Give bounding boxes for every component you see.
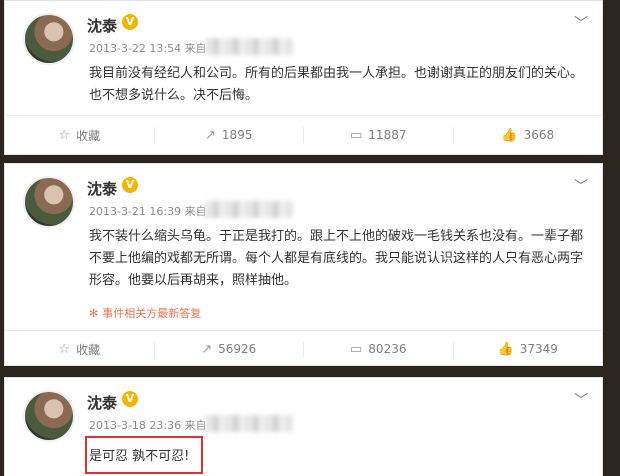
related-link[interactable]: ✻ 事件相关方最新答复 — [89, 305, 201, 321]
thumbs-up-icon: 👍 — [497, 341, 514, 357]
author-name[interactable]: 沈泰 — [87, 178, 117, 199]
weibo-post-1: 沈泰 V 2013-3-22 13:54 来自 ﹀ 我目前没有经纪人和公司。所有… — [4, 0, 603, 155]
author-name[interactable]: 沈泰 — [87, 392, 117, 413]
blurred-source — [205, 38, 293, 55]
avatar[interactable] — [23, 176, 75, 228]
action-bar: ☆ 收藏 ↗ 1895 ▭ 11887 👍 3668 — [5, 118, 602, 152]
avatar[interactable] — [23, 13, 75, 65]
like-count: 3668 — [523, 128, 555, 142]
comment-icon: ▭ — [350, 127, 363, 143]
like-count: 37349 — [519, 342, 558, 356]
related-label: 事件相关方最新答复 — [102, 307, 202, 320]
post-text: 我不装什么缩头乌龟。于正是我打的。跟上不上他的破戏一毛钱关系也没有。一辈子都不要… — [89, 229, 584, 288]
author-name[interactable]: 沈泰 — [87, 15, 117, 36]
verified-badge-icon: V — [122, 177, 138, 193]
like-button[interactable]: 👍 3668 — [454, 127, 603, 143]
verified-badge-icon: V — [122, 14, 138, 30]
post-text: 我目前没有经纪人和公司。所有的后果都由我一人承担。也谢谢真正的朋友们的关心。也不… — [89, 66, 584, 103]
post-meta: 2013-3-21 16:39 来自 — [89, 205, 207, 218]
post-meta: 2013-3-22 13:54 来自 — [89, 42, 207, 55]
chevron-down-icon[interactable]: ﹀ — [574, 176, 588, 196]
post-meta: 2013-3-18 23:36 来自 — [89, 419, 207, 432]
asterisk-icon: ✻ — [89, 307, 99, 320]
chevron-down-icon[interactable]: ﹀ — [574, 390, 588, 410]
thumbs-up-icon: 👍 — [501, 127, 518, 143]
comment-count: 80236 — [368, 342, 407, 356]
repost-count: 1895 — [221, 128, 253, 142]
repost-icon: ↗ — [201, 341, 213, 357]
weibo-post-3: 沈泰 V 2013-3-18 23:36 来自 ﹀ 是可忍 孰不可忍! — [4, 377, 603, 476]
comment-button[interactable]: ▭ 11887 — [304, 127, 454, 143]
divider — [5, 330, 602, 331]
avatar[interactable] — [23, 390, 75, 442]
blurred-source — [205, 415, 293, 432]
weibo-post-2: 沈泰 V 2013-3-21 16:39 来自 ﹀ 我不装什么缩头乌龟。于正是我… — [4, 163, 603, 366]
verified-badge-icon: V — [122, 391, 138, 407]
blurred-source — [205, 201, 293, 218]
star-icon: ☆ — [58, 127, 71, 143]
repost-count: 56926 — [218, 342, 257, 356]
fav-label: 收藏 — [76, 128, 101, 143]
repost-button[interactable]: ↗ 56926 — [155, 341, 304, 357]
comment-button[interactable]: ▭ 80236 — [304, 341, 454, 357]
fav-button[interactable]: ☆ 收藏 — [5, 341, 155, 357]
comment-icon: ▭ — [350, 341, 363, 357]
star-icon: ☆ — [58, 341, 71, 357]
fav-label: 收藏 — [76, 342, 101, 357]
repost-icon: ↗ — [205, 127, 216, 143]
chevron-down-icon[interactable]: ﹀ — [574, 13, 588, 33]
comment-count: 11887 — [368, 128, 407, 142]
repost-button[interactable]: ↗ 1895 — [155, 127, 304, 143]
divider — [5, 115, 602, 116]
action-bar: ☆ 收藏 ↗ 56926 ▭ 80236 👍 37349 — [5, 332, 602, 366]
like-button[interactable]: 👍 37349 — [454, 341, 603, 357]
fav-button[interactable]: ☆ 收藏 — [5, 127, 155, 143]
post-text: 是可忍 孰不可忍! — [89, 449, 190, 464]
